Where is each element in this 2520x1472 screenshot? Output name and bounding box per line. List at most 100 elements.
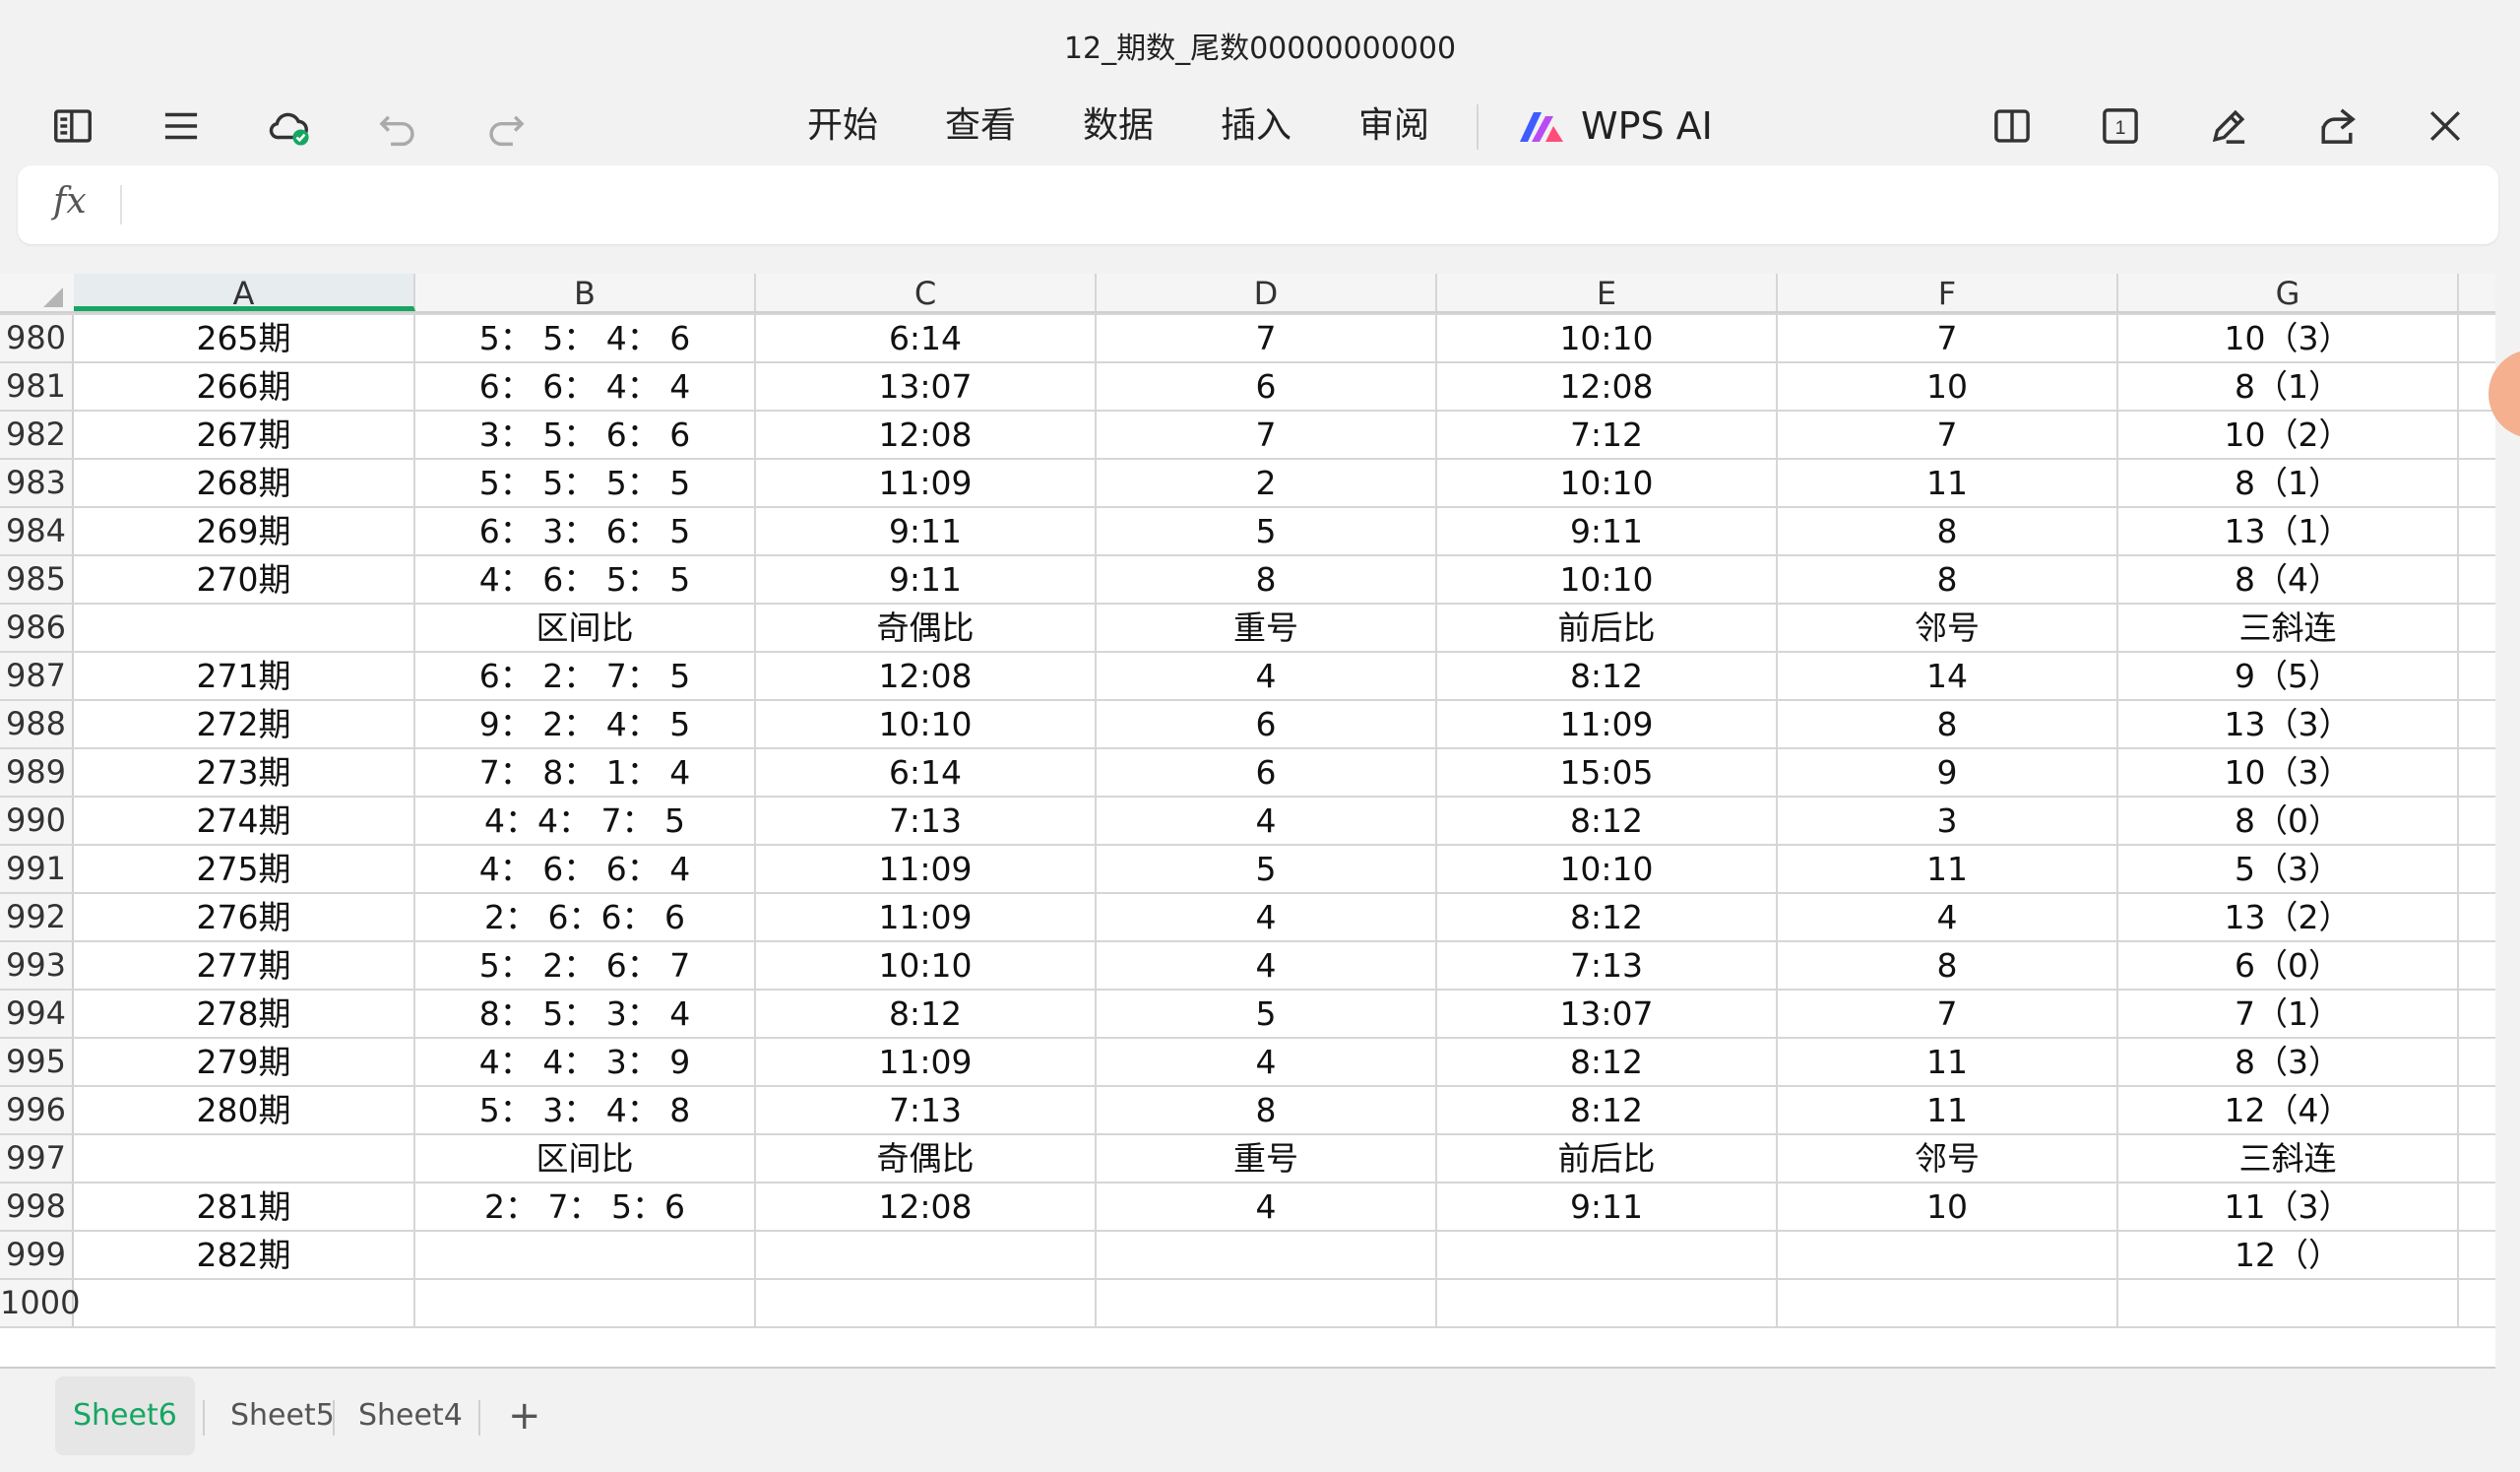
cell-b[interactable]: 5： 2： 6： 7	[415, 942, 756, 989]
cell-b[interactable]: 6： 3： 6： 5	[415, 508, 756, 554]
redo-icon[interactable]	[478, 98, 534, 154]
cell-g[interactable]: 8（1）	[2118, 363, 2459, 410]
col-header-c[interactable]: C	[756, 274, 1097, 312]
row-number[interactable]: 983	[0, 460, 74, 506]
menu-review[interactable]: 审阅	[1358, 98, 1429, 154]
cell-g[interactable]: 11（3）	[2118, 1184, 2459, 1230]
cell-g[interactable]: 三斜连	[2118, 1135, 2459, 1182]
col-header-b[interactable]: B	[415, 274, 756, 312]
row-number[interactable]: 986	[0, 605, 74, 651]
cell-e[interactable]: 8:12	[1437, 798, 1778, 844]
row-number[interactable]: 998	[0, 1184, 74, 1230]
cell-a[interactable]: 268期	[74, 460, 415, 506]
cell-d[interactable]: 7	[1097, 412, 1437, 458]
cell-e[interactable]: 10:10	[1437, 460, 1778, 506]
cell-d[interactable]: 重号	[1097, 605, 1437, 651]
cell-d[interactable]: 4	[1097, 942, 1437, 989]
cell-e[interactable]: 8:12	[1437, 653, 1778, 699]
cell-d[interactable]: 5	[1097, 508, 1437, 554]
cell-f[interactable]: 11	[1778, 1087, 2118, 1133]
row-number[interactable]: 981	[0, 363, 74, 410]
cell-f[interactable]	[1778, 1280, 2118, 1326]
row-number[interactable]: 994	[0, 991, 74, 1037]
cell-b[interactable]: 4： 4： 3： 9	[415, 1039, 756, 1085]
cell-b[interactable]: 2： 6：6： 6	[415, 894, 756, 940]
cell-b[interactable]: 5： 3： 4： 8	[415, 1087, 756, 1133]
cell-a[interactable]: 269期	[74, 508, 415, 554]
cell-a[interactable]	[74, 605, 415, 651]
cell-c[interactable]: 11:09	[756, 894, 1097, 940]
cell-c[interactable]: 6:14	[756, 749, 1097, 796]
cell-e[interactable]: 7:13	[1437, 942, 1778, 989]
cell-a[interactable]: 280期	[74, 1087, 415, 1133]
cell-e[interactable]: 8:12	[1437, 894, 1778, 940]
cell-e[interactable]: 9:11	[1437, 1184, 1778, 1230]
menu-icon[interactable]	[154, 98, 209, 154]
cell-g[interactable]: 三斜连	[2118, 605, 2459, 651]
cell-g[interactable]: 8（3）	[2118, 1039, 2459, 1085]
cell-c[interactable]: 奇偶比	[756, 605, 1097, 651]
cell-c[interactable]: 12:08	[756, 412, 1097, 458]
cell-c[interactable]: 12:08	[756, 1184, 1097, 1230]
cell-b[interactable]	[415, 1232, 756, 1278]
cell-c[interactable]: 11:09	[756, 460, 1097, 506]
cell-g[interactable]: 6（0）	[2118, 942, 2459, 989]
cell-f[interactable]: 邻号	[1778, 605, 2118, 651]
cell-d[interactable]: 4	[1097, 1184, 1437, 1230]
menu-insert[interactable]: 插入	[1221, 98, 1292, 154]
cell-e[interactable]: 前后比	[1437, 605, 1778, 651]
row-number[interactable]: 980	[0, 315, 74, 361]
cell-f[interactable]: 邻号	[1778, 1135, 2118, 1182]
cell-f[interactable]: 11	[1778, 1039, 2118, 1085]
cell-a[interactable]: 279期	[74, 1039, 415, 1085]
cell-f[interactable]: 11	[1778, 846, 2118, 892]
cell-g[interactable]: 8（1）	[2118, 460, 2459, 506]
cell-c[interactable]: 10:10	[756, 942, 1097, 989]
cell-d[interactable]: 4	[1097, 1039, 1437, 1085]
cell-c[interactable]: 12:08	[756, 653, 1097, 699]
cell-g[interactable]: 5（3）	[2118, 846, 2459, 892]
cell-a[interactable]	[74, 1135, 415, 1182]
row-number[interactable]: 996	[0, 1087, 74, 1133]
cell-e[interactable]: 前后比	[1437, 1135, 1778, 1182]
cell-e[interactable]	[1437, 1280, 1778, 1326]
cell-c[interactable]: 奇偶比	[756, 1135, 1097, 1182]
cell-g[interactable]: 10（3）	[2118, 749, 2459, 796]
sheet-tab-sheet4[interactable]: Sheet4	[341, 1376, 480, 1455]
cell-f[interactable]: 10	[1778, 1184, 2118, 1230]
cell-b[interactable]: 4： 6： 5： 5	[415, 556, 756, 603]
cell-e[interactable]: 10:10	[1437, 846, 1778, 892]
cell-d[interactable]: 重号	[1097, 1135, 1437, 1182]
cell-c[interactable]: 6:14	[756, 315, 1097, 361]
cell-d[interactable]: 2	[1097, 460, 1437, 506]
cell-b[interactable]	[415, 1280, 756, 1326]
cell-a[interactable]: 272期	[74, 701, 415, 747]
cell-a[interactable]: 281期	[74, 1184, 415, 1230]
cell-e[interactable]: 15:05	[1437, 749, 1778, 796]
fx-icon[interactable]: fx	[53, 181, 87, 222]
menu-data[interactable]: 数据	[1083, 98, 1154, 154]
cell-b[interactable]: 5： 5： 5： 5	[415, 460, 756, 506]
cell-g[interactable]: 8（0）	[2118, 798, 2459, 844]
menu-view[interactable]: 查看	[945, 98, 1016, 154]
sheet-tab-sheet5[interactable]: Sheet5	[213, 1376, 352, 1455]
cell-a[interactable]: 275期	[74, 846, 415, 892]
col-header-a[interactable]: A	[74, 274, 415, 312]
cell-b[interactable]: 8： 5： 3： 4	[415, 991, 756, 1037]
cell-c[interactable]: 13:07	[756, 363, 1097, 410]
cell-f[interactable]: 9	[1778, 749, 2118, 796]
row-number[interactable]: 984	[0, 508, 74, 554]
cell-c[interactable]: 11:09	[756, 846, 1097, 892]
cell-d[interactable]: 6	[1097, 701, 1437, 747]
cell-c[interactable]: 9:11	[756, 508, 1097, 554]
cell-d[interactable]	[1097, 1232, 1437, 1278]
sidebar-toggle-icon[interactable]	[45, 98, 100, 154]
row-number[interactable]: 982	[0, 412, 74, 458]
cell-g[interactable]: 13（3）	[2118, 701, 2459, 747]
share-icon[interactable]	[2309, 98, 2364, 154]
cell-b[interactable]: 6： 2： 7： 5	[415, 653, 756, 699]
cell-e[interactable]: 10:10	[1437, 315, 1778, 361]
pen-icon[interactable]	[2201, 98, 2256, 154]
cell-f[interactable]: 8	[1778, 508, 2118, 554]
cell-a[interactable]: 276期	[74, 894, 415, 940]
